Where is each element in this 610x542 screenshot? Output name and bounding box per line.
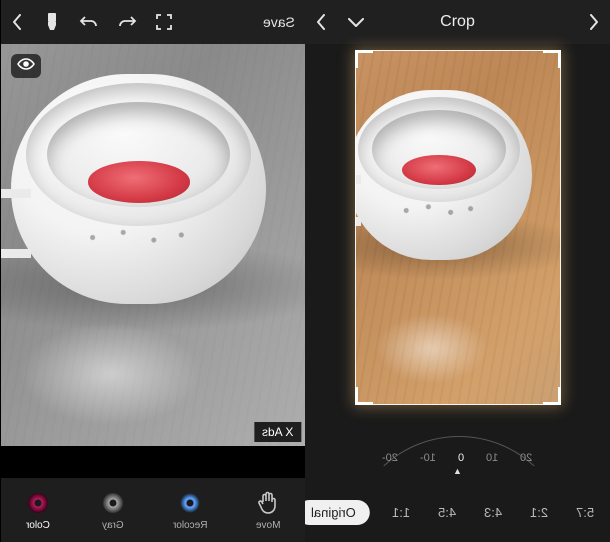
ratio-original[interactable]: Original — [297, 500, 370, 525]
tool-label: Gray — [102, 520, 124, 531]
crop-pane: Crop — [305, 0, 610, 542]
crop-box[interactable] — [355, 50, 561, 405]
eye-icon — [17, 57, 35, 75]
fullscreen-icon[interactable] — [155, 13, 173, 31]
aspect-ratio-bar: 5:7 2:1 4:3 4:5 1:1 Original — [305, 492, 610, 532]
hand-icon — [254, 489, 282, 517]
ratio-5-7[interactable]: 5:7 — [570, 501, 600, 524]
tool-recolor[interactable]: Recolor — [173, 489, 207, 531]
color-icon — [24, 489, 52, 517]
undo-icon[interactable] — [117, 14, 137, 30]
crop-handle-tl[interactable] — [355, 50, 373, 68]
ratio-2-1[interactable]: 2:1 — [524, 501, 554, 524]
dial-tick: 10 — [486, 452, 498, 464]
edit-pane: Save — [0, 0, 305, 542]
ads-badge[interactable]: X Ads — [254, 422, 301, 442]
dial-indicator: ▲ — [305, 466, 610, 476]
tool-label: Move — [256, 520, 280, 531]
chevron-down-icon[interactable] — [347, 15, 365, 29]
crop-handle-bl[interactable] — [355, 387, 373, 405]
save-button[interactable]: Save — [263, 14, 295, 30]
crop-handle-br[interactable] — [543, 387, 561, 405]
rotation-dial[interactable]: 20 10 0 -10 -20 ▲ — [305, 442, 610, 482]
recolor-icon — [176, 489, 204, 517]
dial-tick: -20 — [382, 452, 398, 464]
ratio-4-3[interactable]: 4:3 — [478, 501, 508, 524]
redo-icon[interactable] — [79, 14, 99, 30]
ratio-4-5[interactable]: 4:5 — [432, 501, 462, 524]
dial-tick: 0 — [458, 452, 464, 464]
chevron-right-icon[interactable] — [11, 13, 25, 31]
ad-strip — [1, 446, 305, 478]
dial-tick: 20 — [520, 452, 532, 464]
crop-handle-tr[interactable] — [543, 50, 561, 68]
gray-icon — [99, 489, 127, 517]
chevron-right-icon[interactable] — [315, 13, 329, 31]
brush-icon[interactable] — [43, 12, 61, 32]
edit-canvas[interactable]: X Ads — [1, 44, 305, 478]
tool-bar: Move Recolor Gray Color — [1, 478, 305, 542]
dial-tick: -10 — [420, 452, 436, 464]
tool-gray[interactable]: Gray — [99, 489, 127, 531]
ratio-1-1[interactable]: 1:1 — [386, 501, 416, 524]
preview-toggle[interactable] — [11, 54, 41, 78]
tool-move[interactable]: Move — [254, 489, 282, 531]
chevron-left-icon[interactable] — [586, 13, 600, 31]
crop-canvas[interactable] — [305, 44, 610, 452]
crop-topbar: Crop — [305, 0, 610, 44]
crop-title: Crop — [440, 13, 475, 31]
tool-color[interactable]: Color — [24, 489, 52, 531]
tool-label: Color — [26, 520, 50, 531]
edit-topbar: Save — [1, 0, 305, 44]
crop-frame[interactable] — [355, 50, 561, 405]
tool-label: Recolor — [173, 520, 207, 531]
